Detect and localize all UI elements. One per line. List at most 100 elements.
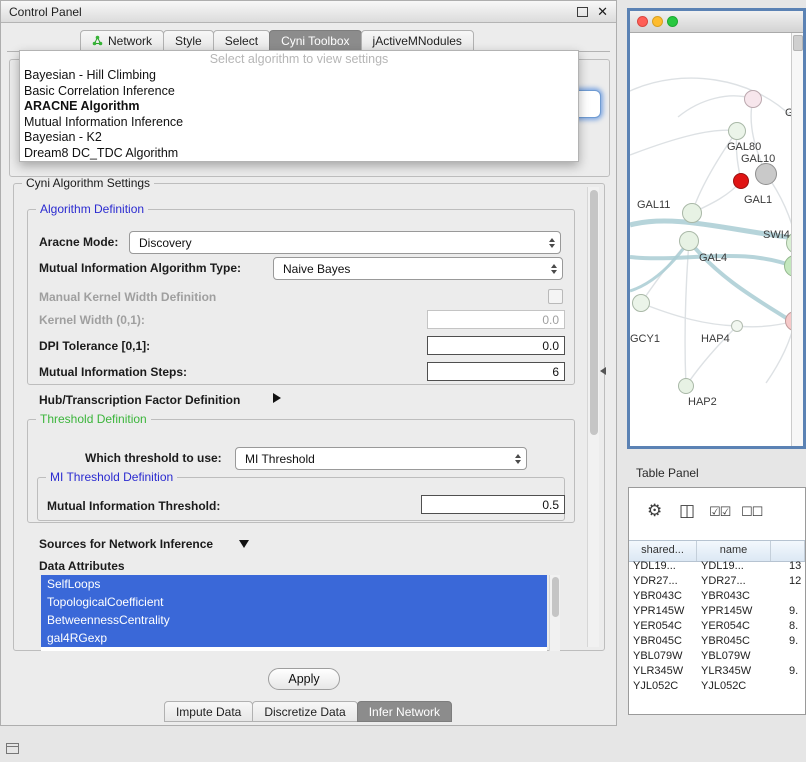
table-cell: YLR345W	[697, 665, 771, 680]
network-node[interactable]	[733, 173, 749, 189]
aracne-mode-label: Aracne Mode:	[39, 235, 118, 249]
network-node[interactable]	[731, 320, 743, 332]
algorithm-dropdown: Select algorithm to view settings Bayesi…	[19, 50, 579, 162]
table-cell: YBL079W	[697, 650, 771, 665]
network-node[interactable]	[755, 163, 777, 185]
node-label: GAL4	[699, 252, 727, 264]
algorithm-option[interactable]: Basic Correlation Inference	[20, 84, 578, 100]
table-cell: 9.	[771, 605, 805, 620]
mi-steps-field[interactable]	[427, 362, 565, 381]
algorithm-option[interactable]: Bayesian - Hill Climbing	[20, 68, 578, 84]
mac-close-button[interactable]	[637, 16, 648, 27]
column-header[interactable]	[771, 541, 805, 561]
table-cell: 8.	[771, 620, 805, 635]
kernel-width-field[interactable]	[427, 310, 565, 329]
node-label: SWI4	[763, 229, 790, 241]
tab-cyni-toolbox[interactable]: Cyni Toolbox	[269, 30, 361, 51]
mac-zoom-button[interactable]	[667, 16, 678, 27]
select-all-icon[interactable]: ☑☑	[709, 505, 730, 518]
algorithm-option[interactable]: Dream8 DC_TDC Algorithm	[20, 146, 578, 162]
table-row[interactable]: YPR145WYPR145W9.	[629, 605, 805, 620]
tab-label: Style	[175, 34, 202, 48]
table-cell	[771, 590, 805, 605]
attribute-item[interactable]: SelfLoops	[41, 575, 547, 593]
control-panel-window: Control Panel ✕ Network Style Sel	[0, 0, 617, 726]
docked-panel-icon[interactable]	[6, 743, 19, 754]
mi-type-select[interactable]: Naive Bayes	[273, 257, 563, 280]
node-label: HAP4	[701, 333, 730, 345]
network-node[interactable]	[728, 122, 746, 140]
algorithm-option[interactable]: Bayesian - K2	[20, 130, 578, 146]
algorithm-option[interactable]: Mutual Information Inference	[20, 115, 578, 131]
attribute-list-scrollbar[interactable]	[549, 575, 560, 651]
algorithm-option[interactable]: ARACNE Algorithm	[20, 99, 578, 115]
table-row[interactable]: YER054CYER054C8.	[629, 620, 805, 635]
network-node[interactable]	[678, 378, 694, 394]
tab-jactivemodules[interactable]: jActiveMNodules	[361, 30, 474, 51]
columns-icon[interactable]: ◫	[679, 502, 695, 519]
attribute-item[interactable]: BetweennessCentrality	[41, 611, 547, 629]
table-row[interactable]: YBR043CYBR043C	[629, 590, 805, 605]
dpi-tolerance-field[interactable]	[427, 336, 565, 355]
splitter-collapse-icon[interactable]	[600, 367, 606, 375]
attribute-item[interactable]: gal4RGexp	[41, 629, 547, 647]
screen: Control Panel ✕ Network Style Sel	[0, 0, 806, 762]
tab-style[interactable]: Style	[163, 30, 214, 51]
sources-label: Sources for Network Inference	[39, 537, 213, 551]
attribute-item[interactable]: TopologicalCoefficient	[41, 593, 547, 611]
data-attributes-label: Data Attributes	[39, 559, 125, 573]
node-label: HAP2	[688, 396, 717, 408]
table-toolbar: ⚙ ◫ ☑☑ ☐☐	[629, 488, 805, 540]
mi-threshold-label: Mutual Information Threshold:	[47, 499, 220, 513]
close-icon[interactable]: ✕	[597, 5, 608, 18]
table-row[interactable]: YDR27...YDR27...12	[629, 575, 805, 590]
table-row[interactable]: YDL19...YDL19...13	[629, 560, 805, 575]
float-window-icon[interactable]	[577, 7, 588, 17]
tab-impute-data[interactable]: Impute Data	[164, 701, 253, 722]
scrollbar-thumb[interactable]	[793, 35, 803, 51]
scrollbar-thumb[interactable]	[552, 577, 559, 617]
kernel-width-label: Kernel Width (0,1):	[39, 313, 145, 327]
column-header[interactable]: name	[697, 541, 771, 561]
network-node[interactable]	[632, 294, 650, 312]
mi-threshold-field[interactable]	[421, 495, 565, 514]
mi-steps-label: Mutual Information Steps:	[39, 365, 187, 379]
scrollbar-thumb[interactable]	[590, 190, 598, 435]
table-cell: 13	[771, 560, 805, 575]
stepper-icon	[551, 264, 557, 274]
apply-button[interactable]: Apply	[268, 668, 340, 690]
tab-label: Network	[108, 34, 152, 48]
network-scrollbar[interactable]	[791, 33, 803, 446]
table-cell: YDL19...	[697, 560, 771, 575]
network-node[interactable]	[682, 203, 702, 223]
table-cell: 12	[771, 575, 805, 590]
tab-label: jActiveMNodules	[373, 34, 462, 48]
table-cell: YDL19...	[629, 560, 697, 575]
table-row[interactable]: YJL052CYJL052C	[629, 680, 805, 695]
tab-network[interactable]: Network	[80, 30, 164, 51]
node-label: GAL10	[741, 153, 775, 165]
column-header[interactable]: shared...	[629, 541, 697, 561]
network-node[interactable]	[679, 231, 699, 251]
aracne-mode-select[interactable]: Discovery	[129, 231, 561, 254]
manual-kernel-checkbox[interactable]	[548, 289, 563, 304]
collapse-down-icon[interactable]	[239, 540, 249, 548]
gear-icon[interactable]: ⚙	[647, 502, 662, 519]
table-row[interactable]: YLR345WYLR345W9.	[629, 665, 805, 680]
settings-scrollbar[interactable]	[587, 187, 599, 647]
network-canvas[interactable]: GALGAL80GAL10GAL11GAL1SWI4GAL4GCY1HAP4HA…	[630, 33, 803, 446]
select-none-icon[interactable]: ☐☐	[741, 505, 762, 518]
which-threshold-select[interactable]: MI Threshold	[235, 447, 527, 470]
table-row[interactable]: YBL079WYBL079W	[629, 650, 805, 665]
tab-select[interactable]: Select	[213, 30, 270, 51]
mi-threshold-group-title: MI Threshold Definition	[46, 470, 177, 484]
bottom-tab-bar: Impute Data Discretize Data Infer Networ…	[1, 701, 616, 722]
mac-minimize-button[interactable]	[652, 16, 663, 27]
tab-infer-network[interactable]: Infer Network	[357, 701, 452, 722]
table-cell: YER054C	[697, 620, 771, 635]
table-row[interactable]: YBR045CYBR045C9.	[629, 635, 805, 650]
network-node[interactable]	[744, 90, 762, 108]
node-label: GAL1	[744, 194, 772, 206]
expand-right-icon[interactable]	[273, 393, 281, 403]
tab-discretize-data[interactable]: Discretize Data	[252, 701, 357, 722]
